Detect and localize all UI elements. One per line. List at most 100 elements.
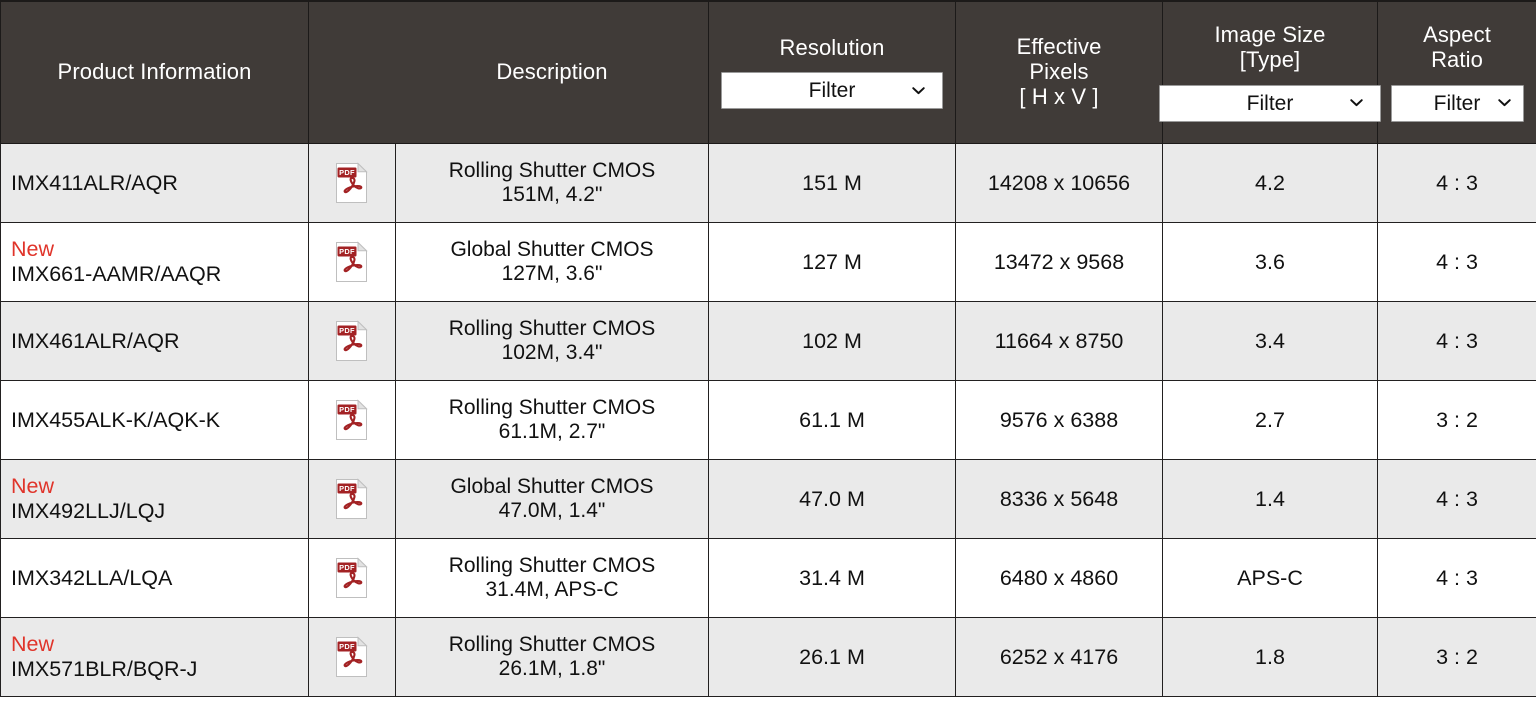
product-table-container: Product Information Description Resoluti… [0,0,1536,707]
cell-resolution: 31.4 M [708,538,956,618]
cell-resolution: 127 M [708,222,956,302]
cell-datasheet-link[interactable]: PDF [308,459,396,539]
chevron-down-icon [911,83,926,98]
cell-resolution: 26.1 M [708,617,956,697]
column-header-product-information: Product Information [0,0,309,144]
cell-image-size: APS-C [1162,538,1378,618]
cell-description: Global Shutter CMOS 127M, 3.6" [395,222,709,302]
resolution-filter-dropdown[interactable]: Filter [721,72,943,110]
new-badge: New [11,474,55,499]
cell-datasheet-link[interactable]: PDF [308,538,396,618]
cell-aspect-ratio: 4 : 3 [1377,143,1536,223]
column-header-datasheet [308,0,396,144]
table-row[interactable]: New IMX661-AAMR/AAQR PDF Global Shutter … [0,222,1536,302]
cell-datasheet-link[interactable]: PDF [308,143,396,223]
resolution-filter-label: Filter [808,79,856,103]
aspect-ratio-filter-label: Filter [1433,91,1481,115]
cell-effective-pixels: 6252 x 4176 [955,617,1163,697]
cell-effective-pixels: 6480 x 4860 [955,538,1163,618]
cell-aspect-ratio: 3 : 2 [1377,617,1536,697]
cell-image-size: 3.4 [1162,301,1378,381]
pdf-file-icon[interactable]: PDF [335,557,369,599]
column-header-resolution: Resolution Filter [708,0,956,144]
cell-aspect-ratio: 4 : 3 [1377,222,1536,302]
column-header-effective-pixels-label: Effective Pixels [ H x V ] [1016,34,1102,109]
cell-product-information: IMX342LLA/LQA [0,538,309,618]
cell-image-size: 1.4 [1162,459,1378,539]
cell-product-information: New IMX571BLR/BQR-J [0,617,309,697]
svg-text:PDF: PDF [339,247,355,256]
table-header-row: Product Information Description Resoluti… [0,0,1536,144]
cell-effective-pixels: 13472 x 9568 [955,222,1163,302]
cell-datasheet-link[interactable]: PDF [308,617,396,697]
cell-description: Rolling Shutter CMOS 151M, 4.2" [395,143,709,223]
cell-image-size: 3.6 [1162,222,1378,302]
cell-resolution: 61.1 M [708,380,956,460]
cell-effective-pixels: 14208 x 10656 [955,143,1163,223]
product-name: IMX571BLR/BQR-J [11,656,198,681]
cell-product-information: IMX455ALK-K/AQK-K [0,380,309,460]
cell-description: Rolling Shutter CMOS 31.4M, APS-C [395,538,709,618]
product-name: IMX342LLA/LQA [11,565,173,590]
cell-datasheet-link[interactable]: PDF [308,301,396,381]
pdf-file-icon[interactable]: PDF [335,320,369,362]
cell-aspect-ratio: 4 : 3 [1377,459,1536,539]
pdf-file-icon[interactable]: PDF [335,636,369,678]
cell-datasheet-link[interactable]: PDF [308,380,396,460]
column-header-description: Description [395,0,709,144]
column-header-image-size-label: Image Size [Type] [1214,22,1326,72]
column-header-effective-pixels: Effective Pixels [ H x V ] [955,0,1163,144]
column-header-description-label: Description [496,59,608,85]
cell-product-information: New IMX661-AAMR/AAQR [0,222,309,302]
cell-product-information: IMX461ALR/AQR [0,301,309,381]
cell-aspect-ratio: 4 : 3 [1377,301,1536,381]
table-row[interactable]: IMX455ALK-K/AQK-K PDF Rolling Shutter CM… [0,380,1536,460]
column-header-product-information-label: Product Information [57,59,252,85]
cell-resolution: 102 M [708,301,956,381]
svg-text:PDF: PDF [339,405,355,414]
cell-aspect-ratio: 3 : 2 [1377,380,1536,460]
table-row[interactable]: New IMX492LLJ/LQJ PDF Global Shutter CMO… [0,459,1536,539]
product-name: IMX411ALR/AQR [11,170,178,195]
svg-text:PDF: PDF [339,484,355,493]
new-badge: New [11,632,55,657]
cell-resolution: 47.0 M [708,459,956,539]
product-name: IMX461ALR/AQR [11,328,180,353]
cell-effective-pixels: 11664 x 8750 [955,301,1163,381]
cell-product-information: New IMX492LLJ/LQJ [0,459,309,539]
cell-resolution: 151 M [708,143,956,223]
new-badge: New [11,237,55,262]
cell-description: Global Shutter CMOS 47.0M, 1.4" [395,459,709,539]
table-row[interactable]: IMX342LLA/LQA PDF Rolling Shutter CMOS 3… [0,538,1536,618]
table-row[interactable]: IMX461ALR/AQR PDF Rolling Shutter CMOS 1… [0,301,1536,381]
pdf-file-icon[interactable]: PDF [335,241,369,283]
image-size-filter-label: Filter [1246,91,1294,115]
product-name: IMX455ALK-K/AQK-K [11,407,221,432]
column-header-image-size: Image Size [Type] Filter [1159,0,1381,144]
chevron-down-icon [1349,96,1364,111]
aspect-ratio-filter-dropdown[interactable]: Filter [1390,84,1524,122]
svg-text:PDF: PDF [339,563,355,572]
cell-aspect-ratio: 4 : 3 [1377,538,1536,618]
next-row-partial [0,699,1536,707]
pdf-file-icon[interactable]: PDF [335,478,369,520]
svg-text:PDF: PDF [339,642,355,651]
image-size-filter-dropdown[interactable]: Filter [1159,84,1381,122]
cell-effective-pixels: 9576 x 6388 [955,380,1163,460]
cell-image-size: 4.2 [1162,143,1378,223]
column-header-resolution-label: Resolution [779,34,885,60]
cell-product-information: IMX411ALR/AQR [0,143,309,223]
cell-datasheet-link[interactable]: PDF [308,222,396,302]
table-row[interactable]: New IMX571BLR/BQR-J PDF Rolling Shutter … [0,617,1536,697]
cell-image-size: 1.8 [1162,617,1378,697]
column-header-aspect-ratio-label: Aspect Ratio [1423,22,1491,72]
pdf-file-icon[interactable]: PDF [335,162,369,204]
pdf-file-icon[interactable]: PDF [335,399,369,441]
sensor-product-table: Product Information Description Resoluti… [0,0,1536,697]
table-row[interactable]: IMX411ALR/AQR PDF Rolling Shutter CMOS 1… [0,143,1536,223]
svg-text:PDF: PDF [339,168,355,177]
cell-effective-pixels: 8336 x 5648 [955,459,1163,539]
cell-description: Rolling Shutter CMOS 61.1M, 2.7" [395,380,709,460]
product-name: IMX661-AAMR/AAQR [11,261,222,286]
column-header-aspect-ratio: Aspect Ratio Filter [1377,0,1536,144]
